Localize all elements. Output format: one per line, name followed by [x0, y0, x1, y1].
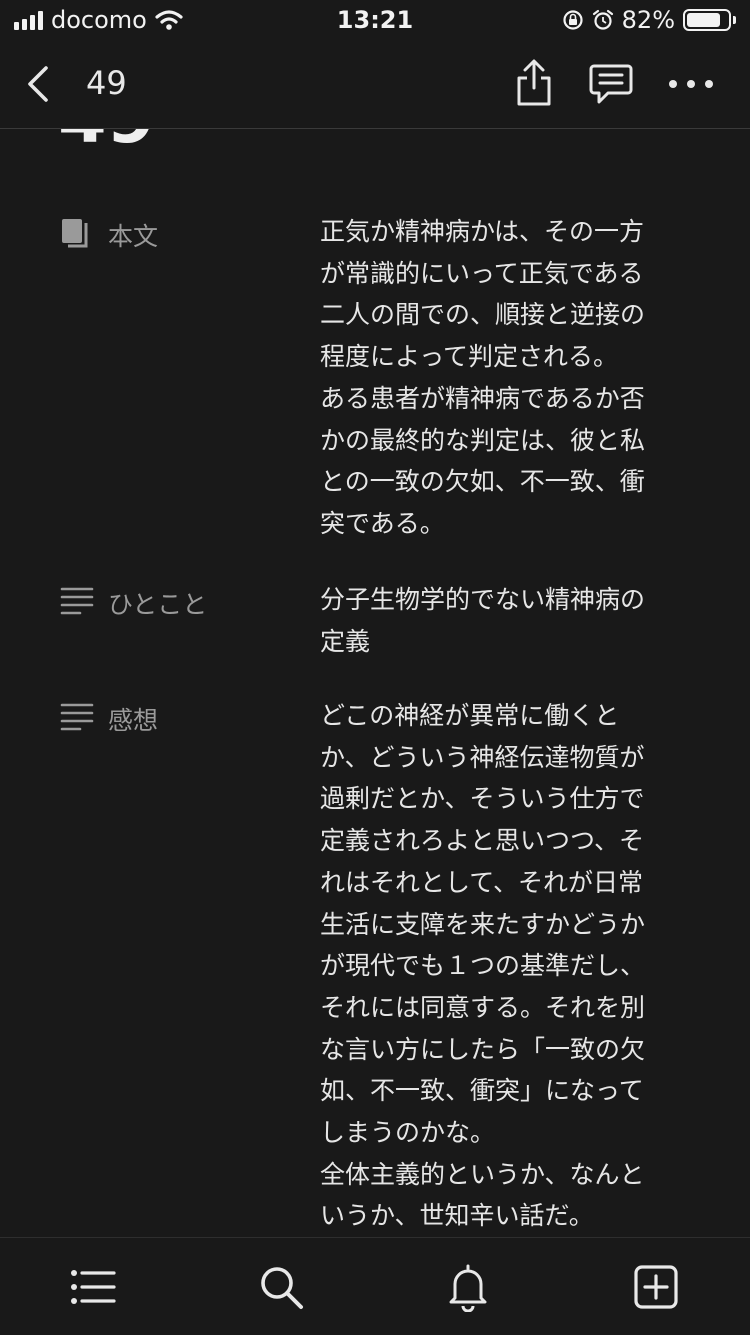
property-value[interactable]: 分子生物学的でない精神病の 定義: [320, 579, 665, 662]
page-content[interactable]: 49 本文 正気か精神病かは、その一方 が常識的にいって正気である 二人の間での…: [0, 129, 750, 1237]
battery-level-fill: [687, 13, 720, 27]
property-label: 感想: [108, 706, 159, 735]
property-label: 本文: [108, 222, 159, 251]
text-lines-icon: [60, 703, 94, 731]
battery-tip: [733, 16, 736, 24]
property-value[interactable]: 正気か精神病かは、その一方 が常識的にいって正気である 二人の間での、順接と逆接…: [320, 211, 665, 545]
share-icon[interactable]: [512, 58, 556, 108]
bell-icon[interactable]: [443, 1262, 493, 1312]
orientation-lock-icon: [563, 10, 583, 30]
nav-title: 49: [86, 64, 127, 102]
navigation-bar: 49: [0, 42, 750, 129]
list-icon[interactable]: [68, 1262, 118, 1312]
comment-icon[interactable]: [588, 62, 634, 106]
property-label: ひとこと: [108, 590, 208, 619]
text-lines-icon: [60, 587, 94, 615]
back-icon[interactable]: [22, 62, 62, 106]
status-right: 82%: [562, 6, 736, 34]
document-icon: [62, 219, 88, 248]
more-icon[interactable]: [666, 72, 716, 96]
alarm-icon: [592, 9, 613, 30]
battery-icon: [683, 9, 731, 31]
status-bar: docomo 13:21 82%: [0, 0, 750, 42]
search-icon[interactable]: [256, 1262, 306, 1312]
add-icon[interactable]: [631, 1262, 681, 1312]
page-heading: 49: [58, 129, 155, 159]
tab-bar: [0, 1237, 750, 1335]
battery-percent: 82%: [621, 6, 675, 34]
property-value[interactable]: どこの神経が異常に働くと か、どういう神経伝達物質が 過剰だとか、そういう仕方で…: [320, 695, 665, 1237]
